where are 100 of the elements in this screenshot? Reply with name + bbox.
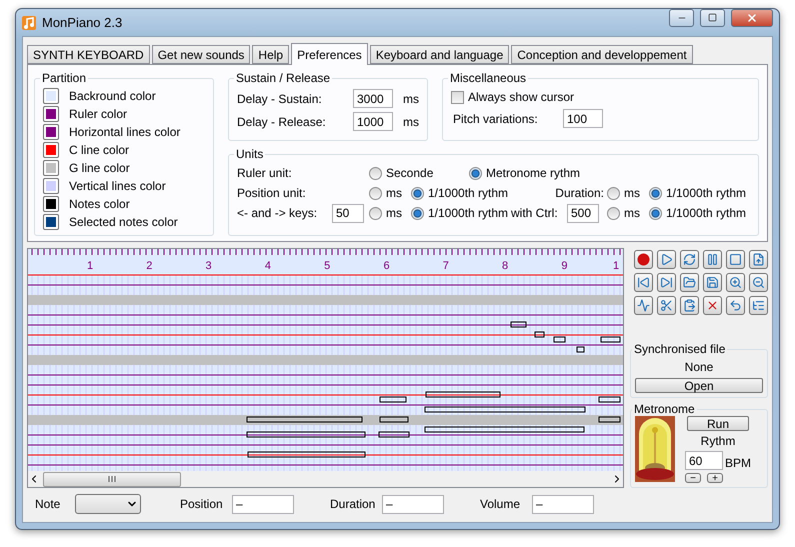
input-field[interactable]: 3000 — [353, 89, 393, 108]
radio-button[interactable] — [469, 166, 482, 180]
tab[interactable]: Get new sounds — [152, 45, 250, 64]
note-block[interactable] — [534, 332, 544, 338]
input-field[interactable]: 50 — [332, 204, 364, 222]
minimize-button[interactable] — [669, 8, 694, 26]
radio-option[interactable]: 1/1000th rythm — [649, 206, 750, 220]
document-button[interactable] — [749, 250, 768, 269]
color-swatch[interactable] — [43, 124, 59, 140]
group-title: Sustain / Release — [235, 71, 332, 85]
bpm-input[interactable]: 60 — [685, 451, 723, 470]
color-swatch[interactable] — [43, 160, 59, 176]
radio-option[interactable]: ms — [369, 206, 411, 220]
play-button[interactable] — [657, 250, 676, 269]
note-block[interactable] — [600, 336, 620, 342]
radio-button[interactable] — [369, 206, 382, 220]
radio-option[interactable]: ms — [369, 186, 411, 200]
radio-button[interactable] — [369, 186, 382, 200]
paste-button[interactable] — [680, 296, 699, 315]
zoom-out-icon — [752, 276, 765, 289]
input-field[interactable]: 1000 — [353, 112, 393, 131]
stop-button[interactable] — [726, 250, 745, 269]
note-block[interactable] — [380, 396, 406, 402]
input-field[interactable]: 500 — [567, 204, 599, 222]
radio-button[interactable] — [411, 206, 424, 220]
run-button[interactable]: Run — [687, 416, 749, 431]
color-label: Notes color — [69, 197, 130, 211]
radio-option[interactable]: ms — [607, 206, 649, 220]
scrollbar-thumb[interactable] — [43, 472, 181, 486]
increase-button[interactable]: + — [707, 473, 723, 483]
tab[interactable]: Help — [252, 45, 290, 64]
skip-forward-button[interactable] — [657, 273, 676, 292]
input-field[interactable]: – — [232, 494, 294, 514]
radio-button[interactable] — [369, 166, 382, 180]
note-dropdown[interactable] — [75, 494, 141, 514]
radio-button[interactable] — [411, 186, 424, 200]
input-field[interactable]: – — [382, 494, 444, 514]
radio-button[interactable] — [607, 206, 620, 220]
color-swatch[interactable] — [43, 142, 59, 158]
radio-option[interactable]: 1/1000th rythm — [649, 186, 750, 200]
file-name: None — [684, 360, 714, 374]
radio-option[interactable]: Metronome rythm — [469, 166, 580, 180]
note-block[interactable] — [426, 392, 500, 398]
folder-button[interactable] — [680, 273, 699, 292]
note-block[interactable] — [378, 432, 410, 438]
color-swatch[interactable] — [43, 214, 59, 230]
zoom-out-button[interactable] — [749, 273, 768, 292]
radio-option[interactable]: 1/1000th rythm — [411, 206, 511, 220]
refresh-button[interactable] — [680, 250, 699, 269]
field-label: Pitch variations: — [453, 112, 539, 126]
input-field[interactable]: 100 — [563, 109, 603, 128]
field-label: with Ctrl: — [511, 206, 559, 220]
color-swatch[interactable] — [43, 88, 59, 104]
radio-button[interactable] — [649, 206, 662, 220]
tab[interactable]: Keyboard and language — [370, 45, 510, 64]
note-block[interactable] — [510, 322, 526, 328]
note-block[interactable] — [576, 346, 584, 352]
ruler-label: 5 — [324, 260, 330, 272]
cross-button[interactable] — [703, 296, 722, 315]
color-label: Vertical lines color — [69, 179, 166, 193]
note-block[interactable] — [380, 416, 408, 422]
color-swatch[interactable] — [43, 106, 59, 122]
radio-button[interactable] — [607, 186, 620, 200]
note-block[interactable] — [424, 426, 584, 432]
radio-option[interactable]: Seconde — [369, 166, 469, 180]
note-block[interactable] — [598, 396, 620, 402]
color-swatch[interactable] — [43, 178, 59, 194]
list-button[interactable] — [749, 296, 768, 315]
decrease-button[interactable]: − — [685, 473, 701, 483]
undo-button[interactable] — [726, 296, 745, 315]
note-block[interactable] — [424, 406, 586, 412]
scissors-button[interactable] — [657, 296, 676, 315]
maximize-button[interactable] — [700, 8, 725, 26]
color-swatch[interactable] — [43, 196, 59, 212]
tab[interactable]: SYNTH KEYBOARD — [27, 45, 150, 64]
paste-icon — [683, 299, 696, 312]
radio-option[interactable]: ms — [607, 186, 649, 200]
note-block[interactable] — [598, 416, 620, 422]
note-block[interactable] — [554, 336, 566, 342]
input-field[interactable]: – — [532, 494, 594, 514]
piano-roll[interactable]: 1 2 3 4 5 6 7 8 9 1 — [28, 249, 623, 471]
radio-button[interactable] — [649, 186, 662, 200]
tab[interactable]: Preferences — [291, 43, 368, 65]
open-button[interactable]: Open — [635, 378, 763, 393]
tab[interactable]: Conception and developpement — [511, 45, 693, 64]
close-button[interactable] — [731, 8, 773, 26]
zoom-in-button[interactable] — [726, 273, 745, 292]
radio-option[interactable]: 1/1000th rythm — [411, 186, 511, 200]
note-block[interactable] — [248, 452, 366, 458]
field-label: Delay - Release: — [237, 114, 327, 128]
record-button[interactable] — [634, 250, 653, 269]
pause-button[interactable] — [703, 250, 722, 269]
note-block[interactable] — [246, 416, 362, 422]
maximize-icon — [708, 13, 717, 22]
skip-back-icon — [637, 276, 650, 289]
checkbox[interactable] — [451, 90, 464, 104]
skip-back-button[interactable] — [634, 273, 653, 292]
save-button[interactable] — [703, 273, 722, 292]
wave-button[interactable] — [634, 296, 653, 315]
note-block[interactable] — [246, 432, 366, 438]
